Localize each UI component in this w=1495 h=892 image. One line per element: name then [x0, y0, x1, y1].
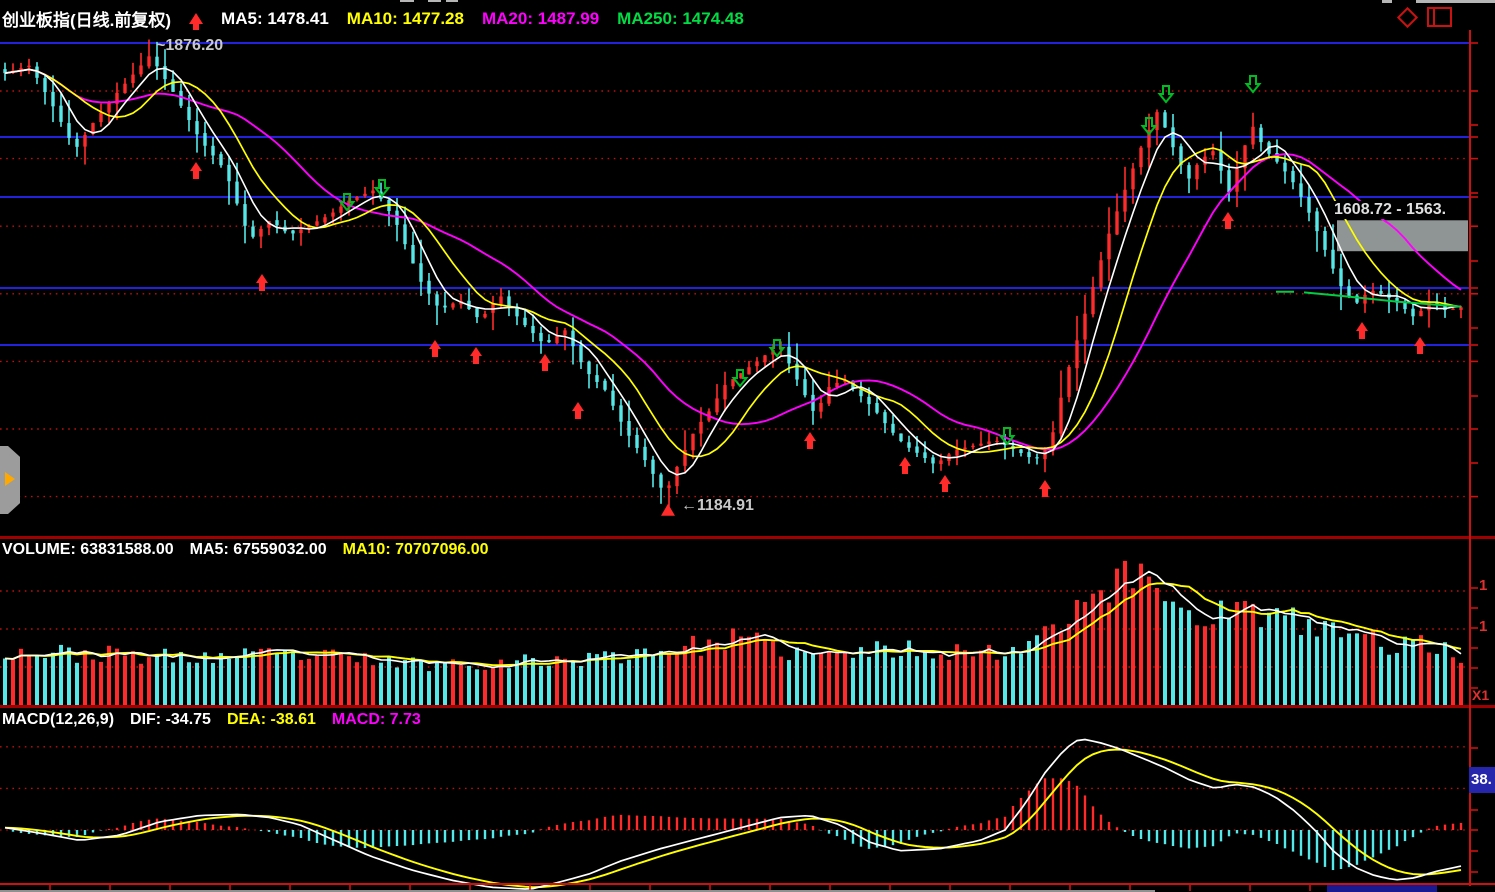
- top-edge-decoration: [446, 0, 458, 2]
- volume-multiplier-label: X1: [1472, 687, 1489, 703]
- ma5-value: MA5: 1478.41: [221, 9, 329, 29]
- gap-range-label: 1608.72 - 1563.: [1332, 201, 1448, 219]
- split-window-icon-line: [1433, 9, 1435, 25]
- page-title: 创业板指(日线.前复权): [2, 6, 171, 31]
- chart-canvas[interactable]: [0, 0, 1495, 892]
- volume-ma5-value: MA5: 67559032.00: [190, 541, 327, 559]
- high-price-label: ~1876.20: [156, 37, 223, 55]
- volume-axis-fragment-1: 1: [1479, 577, 1487, 594]
- range-scrollbar[interactable]: [1327, 885, 1437, 892]
- dea-value: DEA: -38.61: [227, 711, 316, 729]
- ma20-value: MA20: 1487.99: [482, 9, 599, 29]
- dif-value: DIF: -34.75: [130, 711, 211, 729]
- low-price-label: ←1184.91: [681, 497, 754, 515]
- sidebar-expand-handle[interactable]: [0, 446, 20, 514]
- macd-axis-badge: 38.: [1469, 767, 1495, 793]
- expand-arrow-icon: [5, 472, 15, 486]
- macd-params-label: MACD(12,26,9): [2, 711, 114, 729]
- top-edge-decoration: [428, 0, 441, 2]
- macd-value: MACD: 7.73: [332, 711, 421, 729]
- ma10-value: MA10: 1477.28: [347, 9, 464, 29]
- volume-ma10-value: MA10: 70707096.00: [343, 541, 489, 559]
- volume-axis-fragment-2: 1: [1479, 618, 1487, 635]
- main-header: 创业板指(日线.前复权) MA5: 1478.41 MA10: 1477.28 …: [2, 6, 744, 31]
- top-edge-decoration: [1382, 0, 1495, 3]
- signal-up-arrow-icon: [189, 13, 203, 24]
- volume-header: VOLUME: 63831588.00 MA5: 67559032.00 MA1…: [2, 541, 489, 559]
- ma250-value: MA250: 1474.48: [617, 9, 744, 29]
- macd-header: MACD(12,26,9) DIF: -34.75 DEA: -38.61 MA…: [2, 711, 421, 729]
- top-edge-decoration: [400, 0, 414, 2]
- top-edge-notch: [1392, 0, 1416, 3]
- split-window-icon[interactable]: [1427, 7, 1452, 27]
- chart-window: 创业板指(日线.前复权) MA5: 1478.41 MA10: 1477.28 …: [0, 0, 1495, 892]
- volume-value: VOLUME: 63831588.00: [2, 541, 174, 559]
